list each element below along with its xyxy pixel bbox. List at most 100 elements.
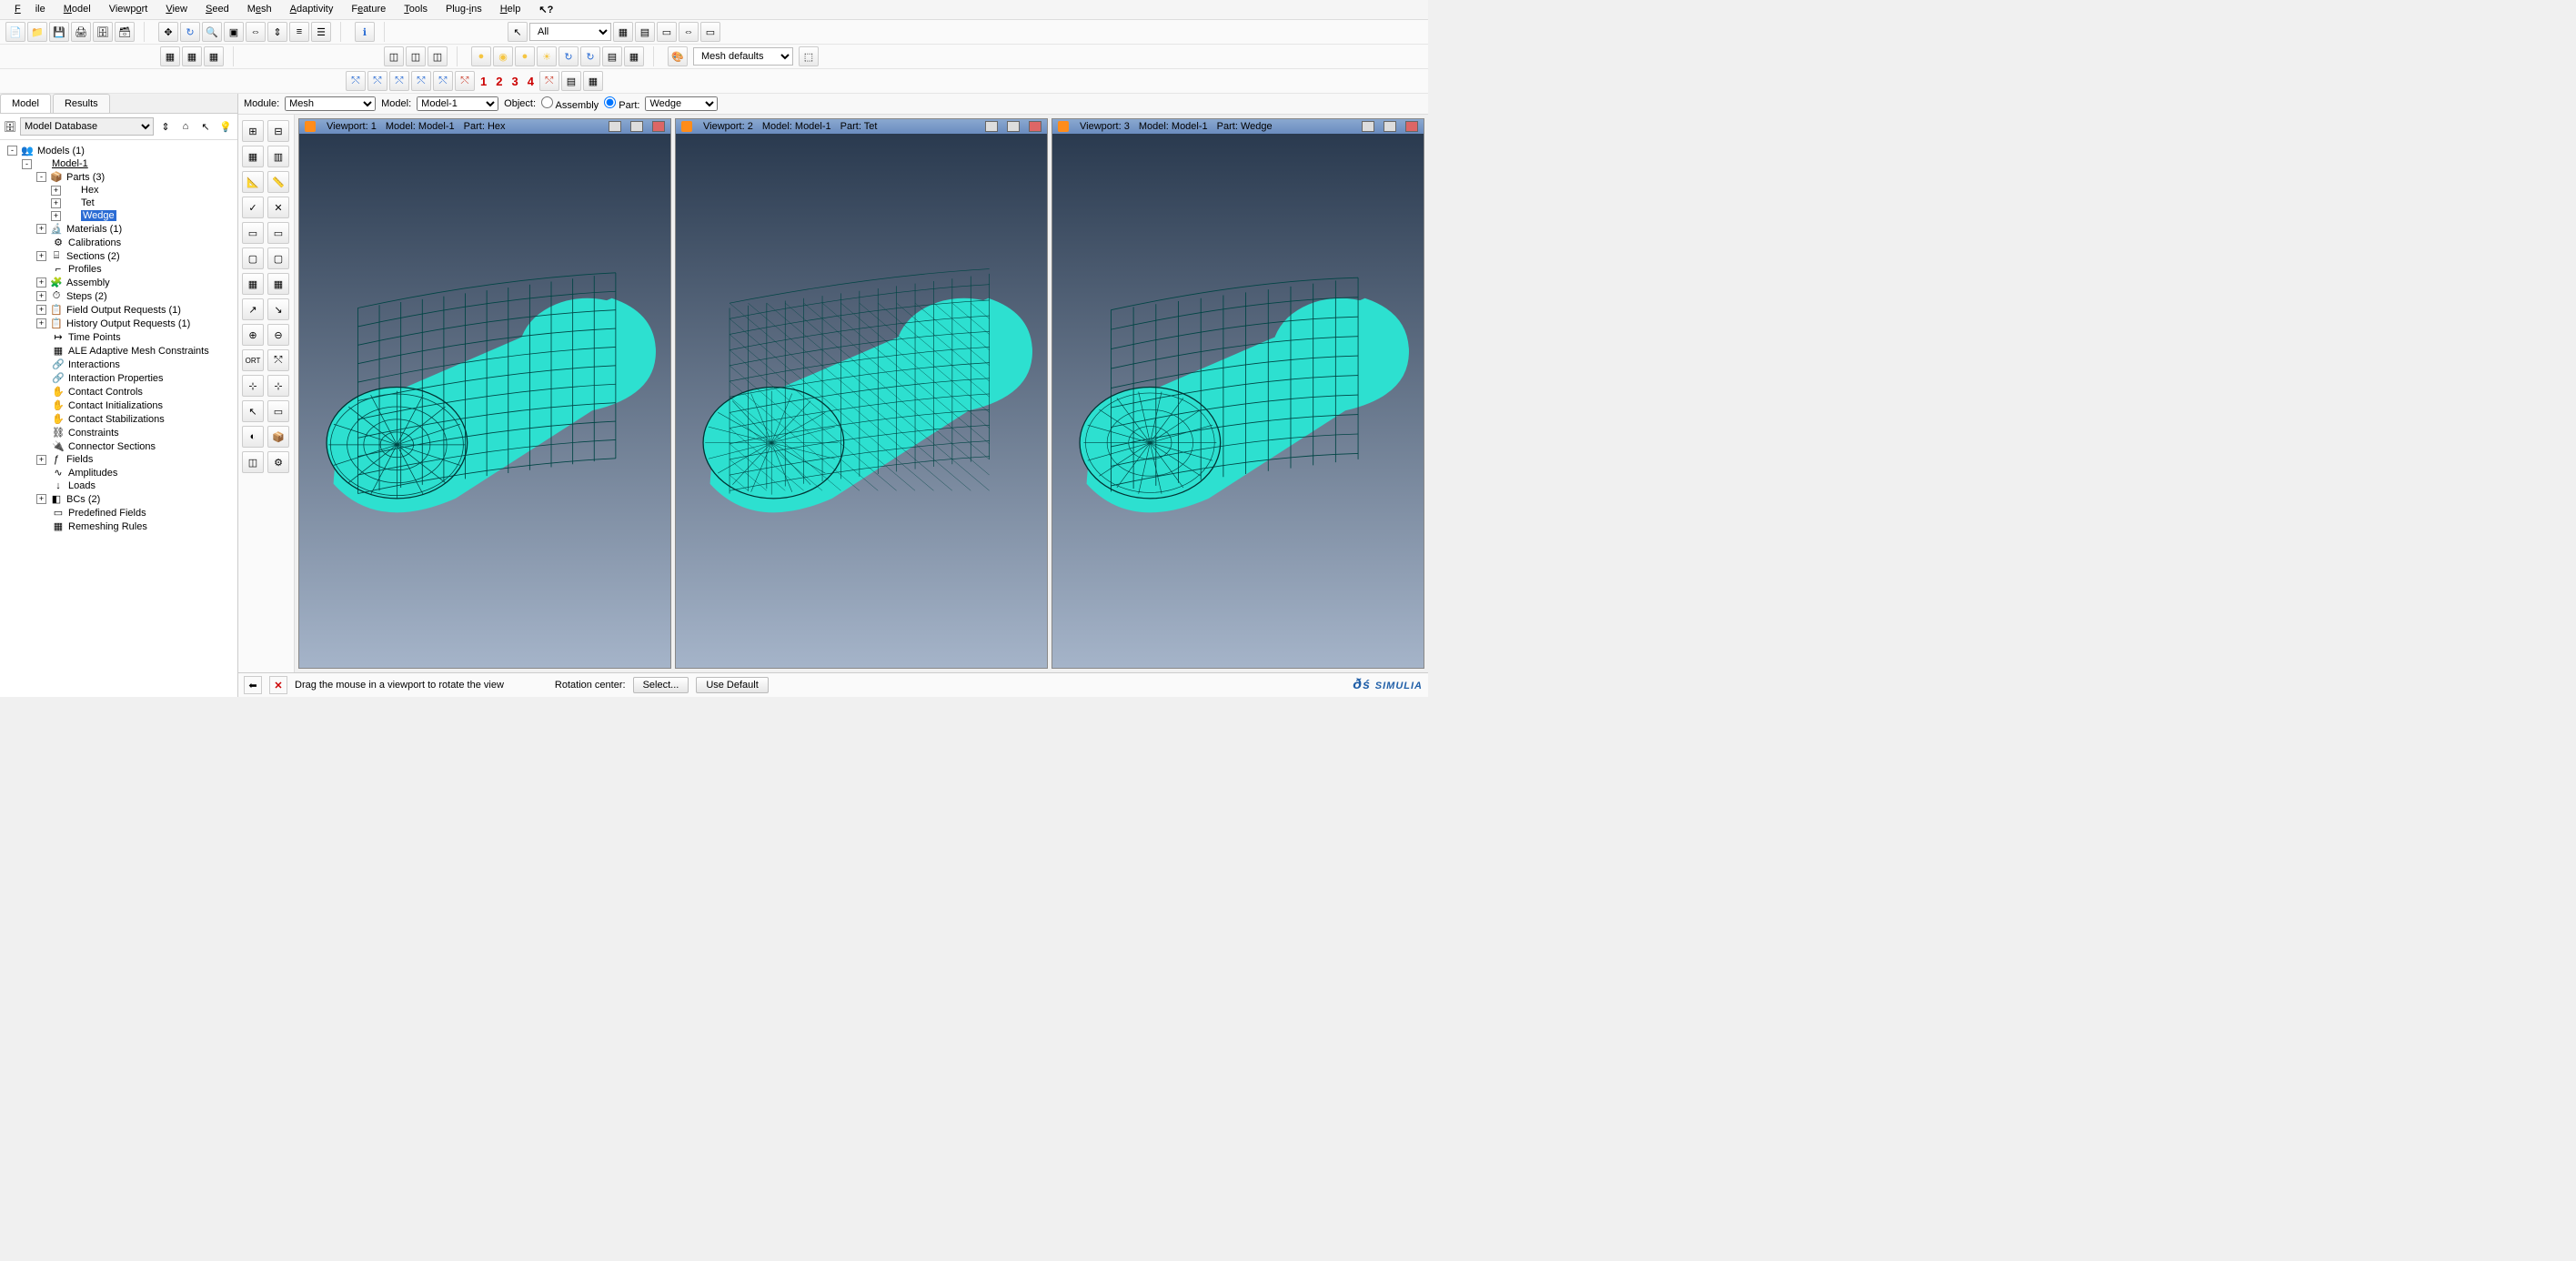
- tool-17-icon[interactable]: ORT: [242, 349, 264, 371]
- render6-icon[interactable]: [624, 46, 644, 66]
- save-icon[interactable]: [49, 22, 69, 42]
- menu-help[interactable]: Help: [493, 2, 528, 17]
- tree-node-calibrations[interactable]: ⚙Calibrations: [2, 236, 236, 249]
- viewport-1[interactable]: Viewport: 1 Model: Model-1 Part: Hex: [298, 118, 671, 669]
- tree-node-models-1-[interactable]: -👥Models (1): [2, 144, 236, 157]
- render2-icon[interactable]: [493, 46, 513, 66]
- tree-node-profiles[interactable]: ⌐Profiles: [2, 263, 236, 276]
- whats-this-icon[interactable]: ↖?: [531, 2, 560, 17]
- iso2-icon[interactable]: [406, 46, 426, 66]
- tool-18-icon[interactable]: ⤲: [267, 349, 289, 371]
- bulb-icon[interactable]: [217, 118, 234, 135]
- viewport-2[interactable]: Viewport: 2 Model: Model-1 Part: Tet: [675, 118, 1048, 669]
- tool-seed-part-icon[interactable]: ⊞: [242, 120, 264, 142]
- view-preset-1[interactable]: 1: [477, 75, 490, 88]
- tool-verify-icon[interactable]: ✓: [242, 197, 264, 218]
- twisty-icon[interactable]: +: [36, 277, 46, 288]
- view-save-icon[interactable]: [539, 71, 559, 91]
- layout2-icon[interactable]: [700, 22, 720, 42]
- tree-node-connector-sections[interactable]: 🔌Connector Sections: [2, 439, 236, 453]
- tree-node-tet[interactable]: +Tet: [2, 197, 236, 209]
- twisty-icon[interactable]: +: [36, 291, 46, 301]
- view-preset-3[interactable]: 3: [508, 75, 521, 88]
- menu-view[interactable]: View: [158, 2, 195, 17]
- display-group1-icon[interactable]: [160, 46, 180, 66]
- status-back-icon[interactable]: ⬅: [244, 676, 262, 694]
- view-yz-icon[interactable]: [411, 71, 431, 91]
- twisty-icon[interactable]: -: [7, 146, 17, 156]
- tree-node-sections-2-[interactable]: +⌸Sections (2): [2, 249, 236, 263]
- tree-node-interactions[interactable]: 🔗Interactions: [2, 358, 236, 371]
- tile-icon[interactable]: [613, 22, 633, 42]
- tree-node-remeshing-rules[interactable]: ▦Remeshing Rules: [2, 520, 236, 533]
- view-xx-icon[interactable]: [346, 71, 366, 91]
- tool-7-icon[interactable]: ▭: [242, 222, 264, 244]
- tree-node-hex[interactable]: +Hex: [2, 184, 236, 197]
- view-opt1-icon[interactable]: [561, 71, 581, 91]
- module-select[interactable]: Mesh: [285, 96, 376, 111]
- tile2-icon[interactable]: [635, 22, 655, 42]
- menu-mesh[interactable]: Mesh: [240, 2, 279, 17]
- tool-20-icon[interactable]: ⊹: [267, 375, 289, 397]
- tree-node-constraints[interactable]: ⛓Constraints: [2, 426, 236, 439]
- viewport-max-icon[interactable]: [1384, 121, 1396, 132]
- tree-node-interaction-properties[interactable]: 🔗Interaction Properties: [2, 371, 236, 385]
- tool-16-icon[interactable]: ⊖: [267, 324, 289, 346]
- tree-node-bcs-2-[interactable]: +◧BCs (2): [2, 492, 236, 506]
- display-group3-icon[interactable]: [204, 46, 224, 66]
- tool-14-icon[interactable]: ↘: [267, 298, 289, 320]
- tool-9-icon[interactable]: ▢: [242, 247, 264, 269]
- palette-icon[interactable]: [668, 46, 688, 66]
- radio-assembly[interactable]: Assembly: [541, 96, 599, 111]
- print-icon[interactable]: [71, 22, 91, 42]
- viewport-canvas[interactable]: [676, 134, 1047, 668]
- view-xy-icon[interactable]: [367, 71, 387, 91]
- zoom-icon[interactable]: [202, 22, 222, 42]
- list-icon[interactable]: [289, 22, 309, 42]
- iso3-icon[interactable]: [428, 46, 448, 66]
- pan-icon[interactable]: [158, 22, 178, 42]
- viewport-close-icon[interactable]: [652, 121, 665, 132]
- tool-element-type-icon[interactable]: 📐: [242, 171, 264, 193]
- list2-icon[interactable]: [311, 22, 331, 42]
- viewport-max-icon[interactable]: [1007, 121, 1020, 132]
- tool-settings-icon[interactable]: ⚙: [267, 451, 289, 473]
- viewport-min-icon[interactable]: [1362, 121, 1374, 132]
- tool-25-icon[interactable]: ◫: [242, 451, 264, 473]
- database2-icon[interactable]: [115, 22, 135, 42]
- tool-19-icon[interactable]: ⊹: [242, 375, 264, 397]
- menu-plugins[interactable]: Plug-ins: [438, 2, 489, 17]
- pan-horiz-icon[interactable]: [246, 22, 266, 42]
- info-icon[interactable]: [355, 22, 375, 42]
- twisty-icon[interactable]: +: [36, 494, 46, 504]
- menu-file[interactable]: File: [7, 2, 53, 17]
- tab-results[interactable]: Results: [53, 94, 110, 113]
- twisty-icon[interactable]: -: [36, 172, 46, 182]
- twisty-icon[interactable]: +: [36, 455, 46, 465]
- menu-seed[interactable]: Seed: [198, 2, 236, 17]
- twisty-icon[interactable]: +: [36, 318, 46, 328]
- layout-icon[interactable]: [657, 22, 677, 42]
- tree-node-history-output-requests-1-[interactable]: +📋History Output Requests (1): [2, 317, 236, 330]
- tree-node-loads[interactable]: ↓Loads: [2, 479, 236, 492]
- render4-icon[interactable]: [537, 46, 557, 66]
- tool-15-icon[interactable]: ⊕: [242, 324, 264, 346]
- twisty-icon[interactable]: +: [36, 224, 46, 234]
- view-preset-2[interactable]: 2: [492, 75, 506, 88]
- display-group2-icon[interactable]: [182, 46, 202, 66]
- mesh-defaults-select[interactable]: Mesh defaults: [693, 47, 793, 66]
- iso1-icon[interactable]: [384, 46, 404, 66]
- open-file-icon[interactable]: [27, 22, 47, 42]
- tool-21-icon[interactable]: ↖: [242, 400, 264, 422]
- render3-icon[interactable]: [515, 46, 535, 66]
- twisty-icon[interactable]: +: [51, 186, 61, 196]
- tab-model[interactable]: Model: [0, 94, 51, 113]
- viewport-titlebar[interactable]: Viewport: 1 Model: Model-1 Part: Hex: [299, 119, 670, 134]
- view-zz-icon[interactable]: [433, 71, 453, 91]
- twisty-icon[interactable]: -: [22, 159, 32, 169]
- use-default-button[interactable]: Use Default: [696, 677, 768, 693]
- tool-11-icon[interactable]: ▦: [242, 273, 264, 295]
- new-file-icon[interactable]: [5, 22, 25, 42]
- tree-node-contact-controls[interactable]: ✋Contact Controls: [2, 385, 236, 398]
- viewport-canvas[interactable]: [1052, 134, 1424, 668]
